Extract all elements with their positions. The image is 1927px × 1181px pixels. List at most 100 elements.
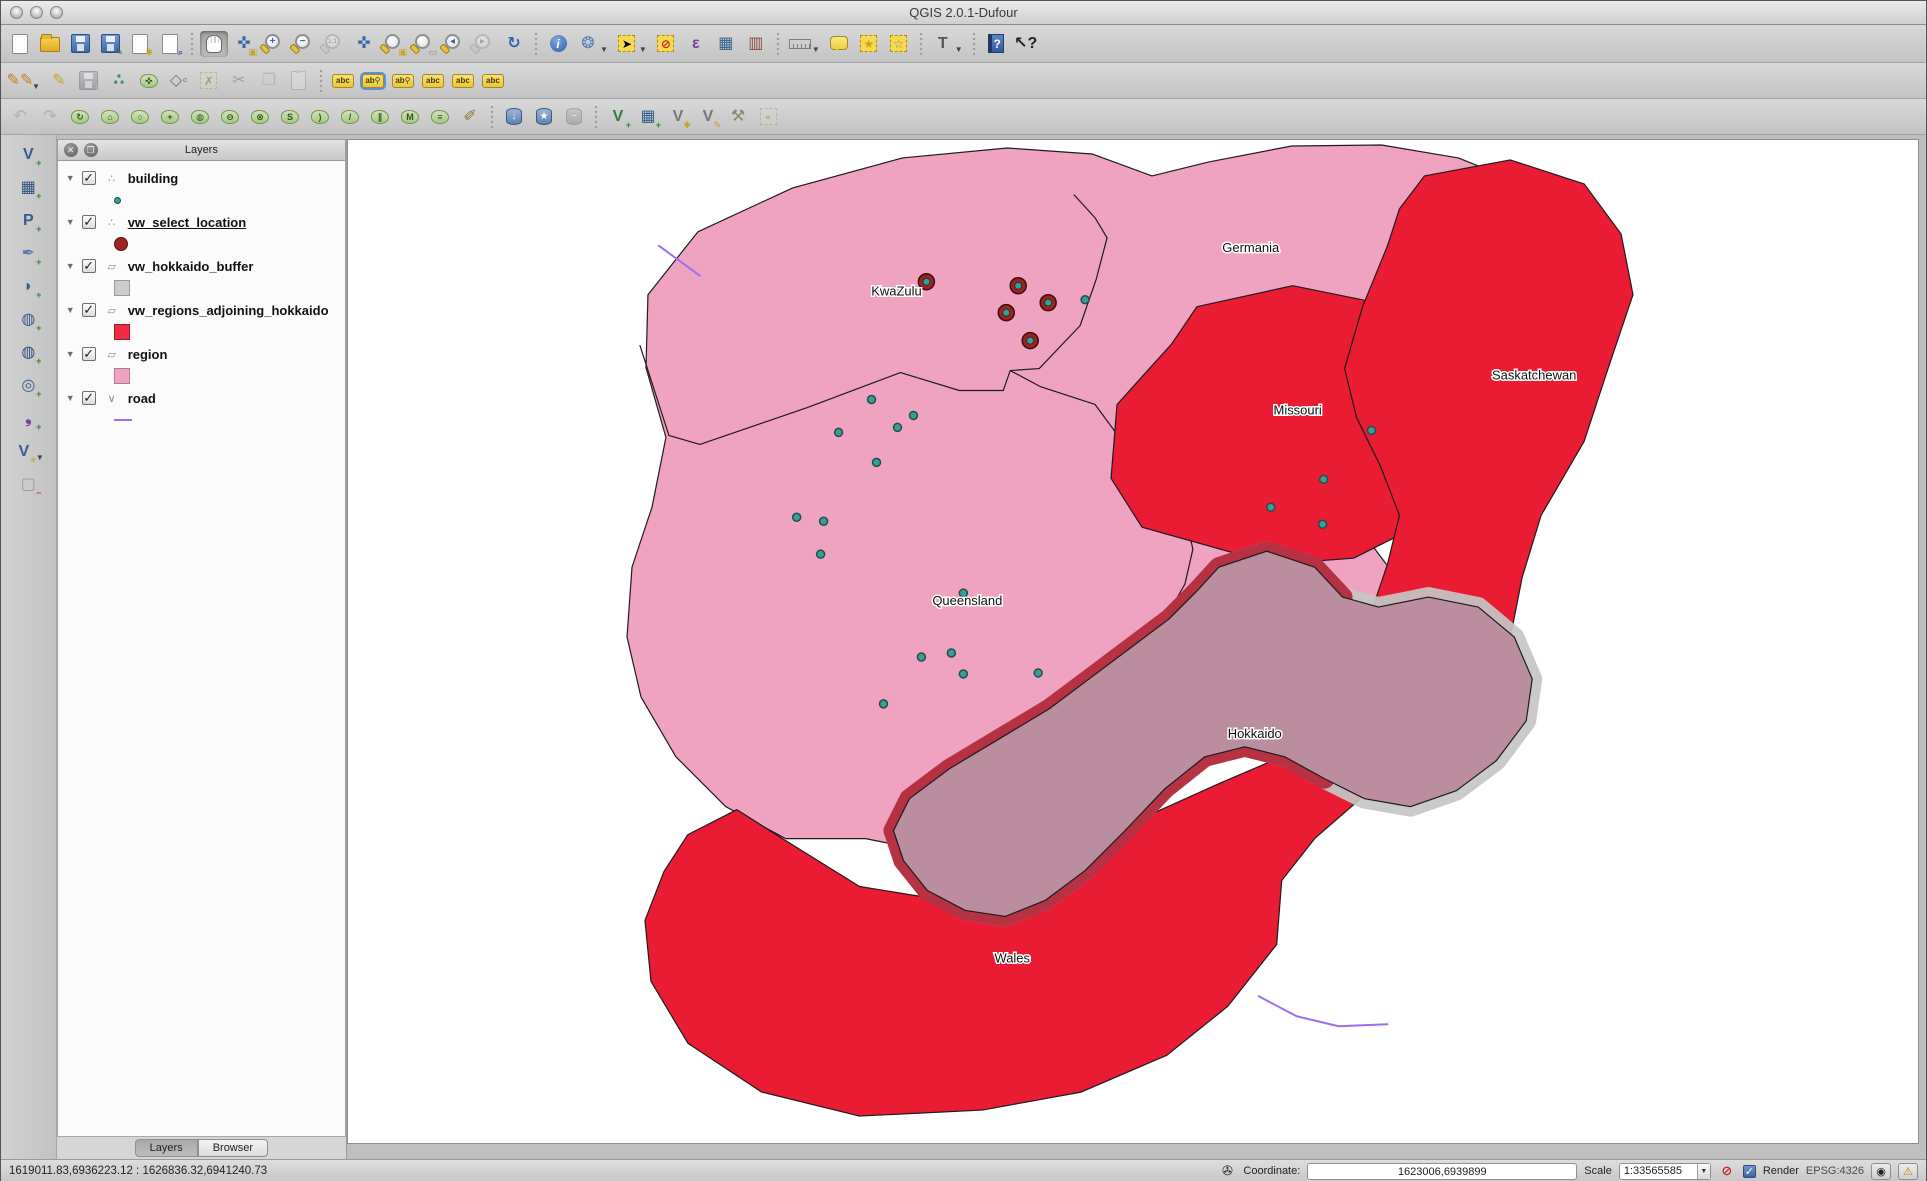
layer-name[interactable]: road xyxy=(128,391,156,406)
layer-expand-triangle[interactable]: ▼ xyxy=(66,393,76,403)
zoom-to-layer-button[interactable]: ▭ xyxy=(410,31,438,57)
highlight-pinned-labels-button[interactable]: ab⚲ xyxy=(389,68,417,94)
current-edits-button[interactable]: ✎✎▼ xyxy=(6,68,43,94)
layer-expand-triangle[interactable]: ▼ xyxy=(66,217,76,227)
merge-attributes-button[interactable]: ≡ xyxy=(426,104,454,130)
layer-visibility-checkbox[interactable]: ✓ xyxy=(82,391,96,405)
move-label-button[interactable]: abc xyxy=(419,68,447,94)
paste-features-button[interactable] xyxy=(285,68,313,94)
layer-visibility-checkbox[interactable]: ✓ xyxy=(82,347,96,361)
panel-tab-browser[interactable]: Browser xyxy=(198,1139,268,1157)
help-contents-button[interactable]: ? xyxy=(982,31,1010,57)
layer-item-region[interactable]: ▼✓▱region xyxy=(58,343,345,365)
add-wfs-layer-button[interactable]: ◎+ xyxy=(16,374,40,398)
layer-expand-triangle[interactable]: ▼ xyxy=(66,349,76,359)
add-mssql-layer-button[interactable]: ◗+ xyxy=(16,275,40,299)
identify-features-button[interactable]: i xyxy=(544,31,572,57)
add-wms-layer-button[interactable]: ◍+ xyxy=(16,308,40,332)
add-wcs-layer-button[interactable]: ◍+ xyxy=(16,341,40,365)
layer-name[interactable]: building xyxy=(128,171,179,186)
log-messages-button[interactable]: ⚠ xyxy=(1898,1163,1918,1180)
pin-labels-button[interactable]: ab⚲ xyxy=(359,68,387,94)
text-annotation-button[interactable]: T▼ xyxy=(929,31,966,57)
new-shapefile-layer-dropdown-arrow[interactable]: ▼ xyxy=(36,453,44,463)
select-features-button[interactable]: ➤▼ xyxy=(613,31,650,57)
add-feature-button[interactable]: ∴ xyxy=(105,68,133,94)
zoom-out-button[interactable]: − xyxy=(290,31,318,57)
add-spatialite-layer-button[interactable]: ✒+ xyxy=(16,242,40,266)
zoom-to-selection-button[interactable]: ▣ xyxy=(380,31,408,57)
rotate-point-symbols-button[interactable]: ✐ xyxy=(456,104,484,130)
zoom-full-button[interactable]: ✜ xyxy=(350,31,378,57)
node-tool-button[interactable]: ◇◦ xyxy=(165,68,193,94)
layer-visibility-checkbox[interactable]: ✓ xyxy=(82,259,96,273)
crs-status-button[interactable]: ◉ xyxy=(1871,1163,1891,1180)
rotate-feature-button[interactable]: ↻ xyxy=(66,104,94,130)
reshape-features-button[interactable]: S xyxy=(276,104,304,130)
pan-to-selection-button[interactable]: ✜▣ xyxy=(230,31,258,57)
layer-expand-triangle[interactable]: ▼ xyxy=(66,305,76,315)
zoom-last-button[interactable]: ◂ xyxy=(440,31,468,57)
map-tips-button[interactable] xyxy=(825,31,853,57)
new-db-layer-tool-button[interactable]: ▦+ xyxy=(634,104,662,130)
merge-features-button[interactable]: M xyxy=(396,104,424,130)
render-checkbox[interactable]: ✓ xyxy=(1743,1165,1756,1178)
map-canvas[interactable]: KwaZuluGermaniaSaskatchewanMissouriQueen… xyxy=(347,139,1919,1144)
selection-tool-extra-button[interactable]: ▫ xyxy=(754,104,782,130)
text-annotation-dropdown-arrow[interactable]: ▼ xyxy=(955,45,963,55)
delete-selected-button[interactable]: ✗ xyxy=(195,68,223,94)
coordinate-input[interactable]: 1623006,6939899 xyxy=(1307,1163,1577,1180)
deselect-features-button[interactable]: ⊘ xyxy=(652,31,680,57)
cut-features-button[interactable]: ✂ xyxy=(225,68,253,94)
scale-dropdown-arrow[interactable]: ▼ xyxy=(1697,1164,1710,1179)
save-project-as-button[interactable]: ✎ xyxy=(96,31,124,57)
layer-name[interactable]: vw_regions_adjoining_hokkaido xyxy=(128,303,329,318)
move-feature-button[interactable]: ✜ xyxy=(135,68,163,94)
layer-item-building[interactable]: ▼✓∴building xyxy=(58,167,345,189)
add-part-button[interactable]: + xyxy=(156,104,184,130)
vector-star-tool-button[interactable]: V✱ xyxy=(664,104,692,130)
pan-map-button[interactable] xyxy=(200,31,228,57)
new-shapefile-layer-button[interactable]: V✳▼ xyxy=(12,440,45,464)
layer-item-vw_select_location[interactable]: ▼✓∴vw_select_location xyxy=(58,211,345,233)
show-bookmarks-button[interactable]: ☆ xyxy=(885,31,913,57)
composer-manager-button[interactable]: ⌕ xyxy=(156,31,184,57)
scale-combo[interactable]: 1:33565585 ▼ xyxy=(1619,1163,1711,1180)
open-project-button[interactable] xyxy=(36,31,64,57)
undo-button[interactable]: ↶ xyxy=(6,104,34,130)
layer-visibility-checkbox[interactable]: ✓ xyxy=(82,171,96,185)
layer-name[interactable]: vw_select_location xyxy=(128,215,247,230)
measure-line-dropdown-arrow[interactable]: ▼ xyxy=(812,45,820,55)
layer-item-road[interactable]: ▼✓∨road xyxy=(58,387,345,409)
vector-edit-tool-button[interactable]: V✎ xyxy=(694,104,722,130)
zoom-next-button[interactable]: ▸ xyxy=(470,31,498,57)
offset-curve-button[interactable]: ) xyxy=(306,104,334,130)
run-feature-action-dropdown-arrow[interactable]: ▼ xyxy=(600,45,608,55)
split-parts-button[interactable]: ∥ xyxy=(366,104,394,130)
toggle-editing-button[interactable]: ✎ xyxy=(45,68,73,94)
change-label-button[interactable]: abc xyxy=(479,68,507,94)
layer-name[interactable]: region xyxy=(128,347,168,362)
measure-line-button[interactable]: ▼ xyxy=(786,31,823,57)
mouse-position-icon[interactable]: ✇ xyxy=(1218,1162,1236,1180)
save-project-button[interactable] xyxy=(66,31,94,57)
add-postgis-layer-button[interactable]: P+ xyxy=(16,209,40,233)
zoom-native-button[interactable]: 1:1 xyxy=(320,31,348,57)
delete-part-button[interactable]: ⊗ xyxy=(246,104,274,130)
db-manager-button[interactable]: ⚒ xyxy=(724,104,752,130)
redo-button[interactable]: ↷ xyxy=(36,104,64,130)
field-calculator-button[interactable]: ▥ xyxy=(742,31,770,57)
add-vector-layer-button[interactable]: V+ xyxy=(16,143,40,167)
simplify-feature-button[interactable]: ⌂ xyxy=(96,104,124,130)
refresh-map-button[interactable]: ↻ xyxy=(500,31,528,57)
stop-render-icon[interactable]: ⊘ xyxy=(1718,1162,1736,1180)
layer-visibility-checkbox[interactable]: ✓ xyxy=(82,303,96,317)
split-features-button[interactable]: / xyxy=(336,104,364,130)
layer-expand-triangle[interactable]: ▼ xyxy=(66,261,76,271)
whats-this-button[interactable]: ↖? xyxy=(1012,31,1040,57)
copy-features-button[interactable]: ❐ xyxy=(255,68,283,94)
add-delimited-text-layer-button[interactable]: ❟+ xyxy=(16,407,40,431)
new-vector-layer-tool-button[interactable]: V+ xyxy=(604,104,632,130)
drop-db-table-button[interactable]: − xyxy=(560,104,588,130)
new-print-composer-button[interactable]: ✱ xyxy=(126,31,154,57)
